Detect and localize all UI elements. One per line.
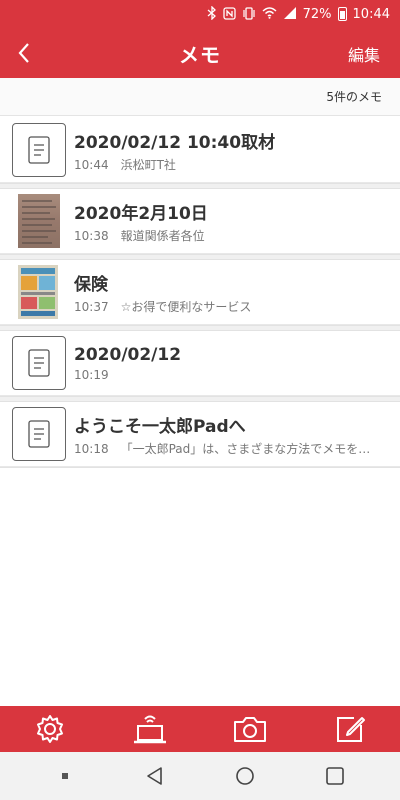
laptop-transfer-icon: [134, 715, 166, 744]
chevron-left-icon: [18, 43, 29, 63]
memo-preview: ☆お得で便利なサービス: [120, 299, 252, 314]
nav-dot-button[interactable]: [45, 756, 85, 796]
page-title: メモ: [179, 42, 221, 67]
wifi-icon: [262, 7, 277, 21]
memo-preview: 報道関係者各位: [120, 228, 205, 243]
status-bar: 72% 10:44: [0, 0, 400, 28]
nav-home-button[interactable]: [225, 756, 265, 796]
camera-icon: [234, 717, 266, 742]
memo-preview: 浜松町T社: [120, 157, 176, 172]
memo-list: 2020/02/12 10:40取材 10:44 浜松町T社 2020年2月10日…: [0, 118, 400, 473]
memo-item[interactable]: ようこそ一太郎Padへ 10:18 「一太郎Pad」は、さまざまな方法でメモを作成…: [0, 402, 400, 467]
edit-button[interactable]: 編集: [348, 42, 380, 66]
memo-count-bar: 5件のメモ: [0, 78, 400, 116]
flyer-image: [18, 265, 58, 319]
battery-icon: [337, 7, 347, 21]
memo-title: 保険: [74, 274, 108, 295]
new-memo-icon: [337, 717, 365, 742]
photo-thumbnail: [12, 194, 66, 248]
triangle-back-icon: [147, 767, 162, 785]
document-icon: [12, 407, 66, 461]
battery-percent: 72%: [302, 6, 332, 22]
memo-item[interactable]: 2020/02/12 10:40取材 10:44 浜松町T社: [0, 118, 400, 183]
nfc-icon: [222, 6, 236, 22]
memo-title: 2020/02/12: [74, 344, 182, 365]
photo-thumbnail: [12, 265, 66, 319]
nav-back-button[interactable]: [135, 756, 175, 796]
memo-time: 10:37: [74, 299, 109, 314]
settings-icon: [37, 715, 63, 743]
camera-button[interactable]: [225, 709, 275, 749]
memo-count: 5件のメモ: [326, 90, 382, 104]
memo-preview: 「一太郎Pad」は、さまざまな方法でメモを作成できます。: [120, 441, 400, 456]
document-icon: [12, 336, 66, 390]
memo-time: 10:19: [74, 367, 109, 382]
dot-icon: [62, 773, 68, 779]
memo-item[interactable]: 2020年2月10日 10:38 報道関係者各位: [0, 189, 400, 254]
nav-recents-button[interactable]: [315, 756, 355, 796]
scanned-document-image: [18, 194, 60, 248]
transfer-button[interactable]: [125, 709, 175, 749]
memo-item[interactable]: 2020/02/12 10:19: [0, 331, 400, 396]
circle-home-icon: [236, 767, 254, 785]
app-bar: メモ 編集: [0, 28, 400, 78]
bluetooth-icon: [207, 5, 217, 22]
back-button[interactable]: [10, 39, 38, 67]
signal-icon: [283, 7, 297, 21]
status-time: 10:44: [352, 6, 390, 22]
memo-time: 10:18: [74, 441, 109, 456]
system-nav-bar: [0, 752, 400, 800]
memo-time: 10:44: [74, 157, 109, 172]
vibrate-icon: [242, 6, 256, 22]
settings-button[interactable]: [25, 709, 75, 749]
memo-item[interactable]: 保険 10:37 ☆お得で便利なサービス: [0, 260, 400, 325]
memo-title: 2020年2月10日: [74, 203, 208, 224]
new-memo-button[interactable]: [325, 709, 375, 749]
memo-title: ようこそ一太郎Padへ: [74, 416, 246, 437]
document-icon: [12, 123, 66, 177]
memo-title: 2020/02/12 10:40取材: [74, 132, 276, 153]
memo-time: 10:38: [74, 228, 109, 243]
square-recents-icon: [326, 767, 344, 785]
bottom-toolbar: [0, 706, 400, 752]
